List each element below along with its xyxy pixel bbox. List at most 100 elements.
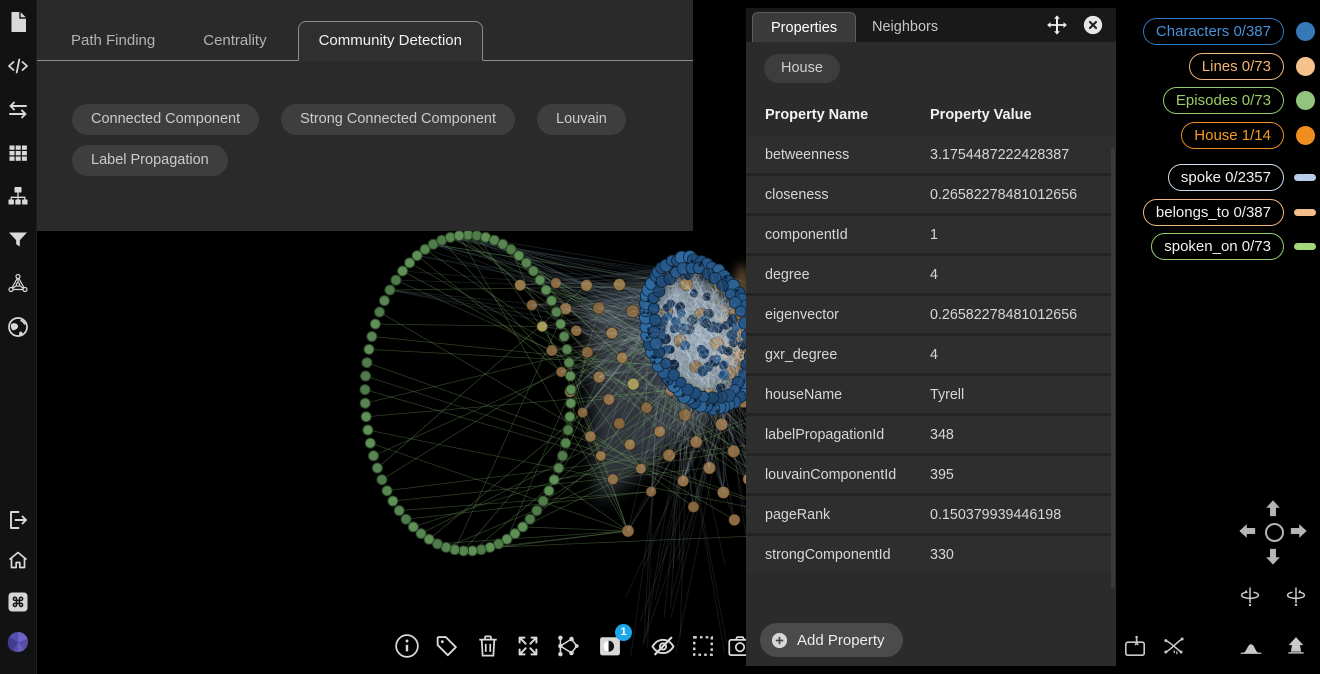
property-value: 4 — [930, 347, 1116, 363]
command-icon: ⌘ — [6, 590, 30, 614]
graphxr-app: 1 ⌘ Path Finding Centrality Community Dete… — [0, 0, 1320, 674]
sign-out-icon — [6, 508, 30, 532]
property-row-gxr_degree[interactable]: gxr_degree4 — [746, 336, 1116, 373]
property-row-strongComponentId[interactable]: strongComponentId330 — [746, 536, 1116, 573]
filter-icon — [6, 228, 30, 252]
legend-pill-spoken_on[interactable]: spoken_on 0/73 — [1151, 233, 1284, 260]
sidebar-item-command[interactable]: ⌘ — [6, 590, 30, 614]
sidebar-item-file[interactable] — [6, 10, 30, 34]
sidebar-item-kineviz-logo[interactable] — [6, 630, 30, 654]
home-icon — [6, 548, 30, 572]
legend-pill-episodes[interactable]: Episodes 0/73 — [1163, 87, 1284, 114]
close-panel-icon[interactable] — [1082, 14, 1104, 36]
category-chip[interactable]: House — [764, 54, 840, 83]
property-value: 4 — [930, 267, 1116, 283]
info-button[interactable] — [393, 632, 421, 660]
property-row-componentId[interactable]: componentId1 — [746, 216, 1116, 253]
sidebar-item-code[interactable] — [6, 54, 30, 78]
properties-panel: PropertiesNeighbors House Property Name … — [746, 8, 1116, 666]
graph-layout-button[interactable] — [554, 632, 582, 660]
delete-button[interactable] — [474, 632, 502, 660]
property-name: labelPropagationId — [746, 427, 930, 443]
properties-tab-properties[interactable]: Properties — [752, 12, 856, 42]
legend-pill-lines[interactable]: Lines 0/73 — [1189, 53, 1284, 80]
tab-centrality[interactable]: Centrality — [188, 22, 281, 59]
algorithm-button-label-propagation[interactable]: Label Propagation — [72, 145, 228, 176]
legend-pill-spoke[interactable]: spoke 0/2357 — [1168, 164, 1284, 191]
property-name: houseName — [746, 387, 930, 403]
properties-panel-header: PropertiesNeighbors — [746, 8, 1116, 42]
property-name: eigenvector — [746, 307, 930, 323]
property-row-houseName[interactable]: houseNameTyrell — [746, 376, 1116, 413]
plus-circle-icon — [770, 631, 789, 650]
hide-icon — [649, 632, 677, 660]
view-mode-button[interactable]: 1 — [596, 632, 624, 660]
add-property-button[interactable]: Add Property — [760, 623, 903, 657]
category-chip-row: House — [746, 42, 1116, 94]
property-table: betweenness3.1754487222428387closeness0.… — [746, 136, 1116, 573]
expand-button[interactable] — [514, 632, 542, 660]
property-name: componentId — [746, 227, 930, 243]
property-name: degree — [746, 267, 930, 283]
property-row-degree[interactable]: degree4 — [746, 256, 1116, 293]
tag-icon — [433, 632, 461, 660]
legend-node-swatch[interactable] — [1296, 91, 1315, 110]
legend-edge-swatch[interactable] — [1294, 243, 1316, 250]
algorithm-tabs: Path Finding Centrality Community Detectio… — [36, 0, 693, 61]
tab-community-detection[interactable]: Community Detection — [298, 21, 483, 61]
sidebar-item-network[interactable] — [6, 271, 30, 295]
property-row-eigenvector[interactable]: eigenvector0.26582278481012656 — [746, 296, 1116, 333]
scrollbar[interactable] — [1111, 148, 1115, 588]
sidebar-item-home[interactable] — [6, 548, 30, 572]
sidebar-item-globe[interactable] — [6, 315, 30, 339]
code-icon — [6, 54, 30, 78]
property-value: 330 — [930, 547, 1116, 563]
tab-path-finding[interactable]: Path Finding — [56, 22, 170, 59]
property-row-betweenness[interactable]: betweenness3.1754487222428387 — [746, 136, 1116, 173]
legend-node-swatch[interactable] — [1296, 57, 1315, 76]
legend-pill-house[interactable]: House 1/14 — [1181, 122, 1284, 149]
column-header-value: Property Value — [930, 107, 1032, 123]
legend-node-swatch[interactable] — [1296, 126, 1315, 145]
sidebar-item-sign-out[interactable] — [6, 508, 30, 532]
properties-tab-neighbors[interactable]: Neighbors — [854, 12, 956, 42]
legend-pill-belongs_to[interactable]: belongs_to 0/387 — [1143, 199, 1284, 226]
legend-row: spoke 0/2357 — [1168, 164, 1316, 191]
move-panel-icon[interactable] — [1046, 14, 1068, 36]
info-icon — [393, 632, 421, 660]
algorithm-button-connected-component[interactable]: Connected Component — [72, 104, 259, 135]
properties-panel-footer: Add Property — [746, 614, 1116, 666]
hide-button[interactable] — [649, 632, 677, 660]
tag-button[interactable] — [433, 632, 461, 660]
property-value: 395 — [930, 467, 1116, 483]
sidebar-item-swap-arrows[interactable] — [6, 98, 30, 122]
delete-icon — [474, 632, 502, 660]
legend-row: Lines 0/73 — [1189, 53, 1316, 80]
property-name: pageRank — [746, 507, 930, 523]
select-area-button[interactable] — [689, 632, 717, 660]
property-row-closeness[interactable]: closeness0.26582278481012656 — [746, 176, 1116, 213]
algorithm-button-strong-connected-component[interactable]: Strong Connected Component — [281, 104, 515, 135]
view-mode-badge: 1 — [615, 624, 632, 641]
file-icon — [6, 10, 30, 34]
legend-edge-swatch[interactable] — [1294, 209, 1316, 216]
sidebar-item-filter[interactable] — [6, 228, 30, 252]
property-name: louvainComponentId — [746, 467, 930, 483]
legend-pill-characters[interactable]: Characters 0/387 — [1143, 18, 1284, 45]
property-row-pageRank[interactable]: pageRank0.150379939446198 — [746, 496, 1116, 533]
property-name: strongComponentId — [746, 547, 930, 563]
add-property-label: Add Property — [797, 632, 885, 649]
legend-row: belongs_to 0/387 — [1143, 199, 1316, 226]
legend-edge-swatch[interactable] — [1294, 174, 1316, 181]
legend-row: House 1/14 — [1181, 122, 1316, 149]
sidebar-item-hierarchy[interactable] — [6, 184, 30, 208]
property-value: Tyrell — [930, 387, 1116, 403]
sidebar-item-table[interactable] — [6, 141, 30, 165]
property-row-louvainComponentId[interactable]: louvainComponentId395 — [746, 456, 1116, 493]
property-row-labelPropagationId[interactable]: labelPropagationId348 — [746, 416, 1116, 453]
algorithm-button-louvain[interactable]: Louvain — [537, 104, 626, 135]
legend-node-swatch[interactable] — [1296, 22, 1315, 41]
column-header-name: Property Name — [746, 107, 930, 123]
property-name: closeness — [746, 187, 930, 203]
table-icon — [6, 141, 30, 165]
